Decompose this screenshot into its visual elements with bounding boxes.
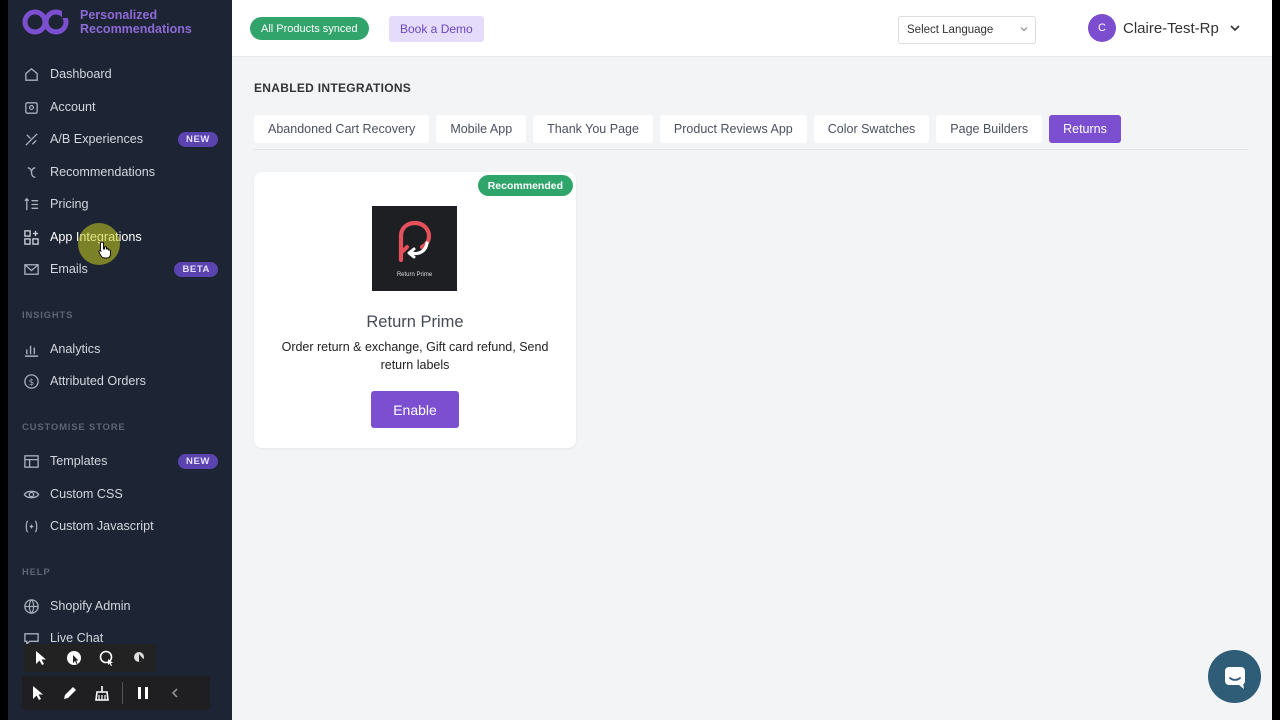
sidebar-item-attributed-orders[interactable]: $ Attributed Orders — [22, 367, 218, 395]
analytics-icon — [22, 340, 40, 358]
recommended-badge: Recommended — [477, 175, 573, 196]
enable-button[interactable]: Enable — [371, 391, 459, 428]
toolbar-divider — [122, 682, 123, 704]
top-header: All Products synced Book a Demo Select L… — [232, 0, 1272, 57]
app-window: Personalized Recommendations Dashboard A… — [8, 0, 1272, 720]
account-icon — [22, 98, 40, 116]
sidebar-item-dashboard[interactable]: Dashboard — [22, 60, 218, 88]
logo-caption: Return Prime — [396, 271, 433, 278]
sidebar-item-label: Custom Javascript — [50, 519, 154, 533]
collapse-toolbar-icon[interactable] — [159, 679, 191, 707]
tab-returns[interactable]: Returns — [1049, 115, 1121, 143]
select-tool-icon[interactable] — [22, 679, 54, 707]
sidebar-item-label: Dashboard — [50, 67, 112, 81]
integration-tabs: Abandoned Cart Recovery Mobile App Thank… — [254, 115, 1121, 143]
sidebar: Personalized Recommendations Dashboard A… — [8, 0, 232, 720]
language-select-value: Select Language — [907, 24, 994, 36]
spotlight-mode-icon[interactable] — [124, 644, 156, 672]
section-title-customise: CUSTOMISE STORE — [22, 422, 126, 433]
sidebar-item-label: Attributed Orders — [50, 374, 146, 388]
live-chat-button[interactable] — [1208, 650, 1261, 703]
click-highlight-mode-icon[interactable] — [58, 644, 90, 672]
eraser-tool-icon[interactable] — [86, 679, 118, 707]
sidebar-item-label: Analytics — [50, 342, 101, 356]
sidebar-item-custom-javascript[interactable]: Custom Javascript — [22, 512, 218, 540]
pause-icon[interactable] — [127, 679, 159, 707]
page-title: ENABLED INTEGRATIONS — [254, 81, 412, 95]
click-ring-mode-icon[interactable] — [91, 644, 123, 672]
integration-title: Return Prime — [366, 313, 464, 331]
tab-mobile-app[interactable]: Mobile App — [436, 115, 527, 143]
sidebar-item-label: Live Chat — [50, 631, 104, 645]
pen-tool-icon[interactable] — [54, 679, 86, 707]
new-badge: NEW — [178, 131, 218, 147]
dollar-icon: $ — [22, 372, 40, 390]
sidebar-item-label: Custom CSS — [50, 487, 123, 501]
tabs-divider — [254, 149, 1248, 150]
sidebar-item-label: Account — [50, 100, 96, 114]
user-menu[interactable]: C Claire-Test-Rp — [1088, 14, 1241, 42]
tab-thank-you-page[interactable]: Thank You Page — [533, 115, 653, 143]
integrations-icon — [22, 228, 40, 246]
recording-mode-toolbar — [24, 644, 156, 672]
section-title-help: HELP — [22, 567, 51, 578]
integration-description: Order return & exchange, Gift card refun… — [281, 340, 549, 372]
sidebar-item-custom-css[interactable]: Custom CSS — [22, 480, 218, 508]
brand[interactable]: Personalized Recommendations — [22, 8, 192, 36]
eye-icon — [22, 485, 40, 503]
avatar: C — [1088, 14, 1116, 42]
sidebar-item-shopify-admin[interactable]: Shopify Admin — [22, 592, 218, 620]
brand-name: Personalized Recommendations — [80, 8, 192, 36]
chat-bubble-icon — [1224, 666, 1245, 689]
integration-card: Recommended Return Prime Return Prime Or… — [254, 172, 576, 448]
main-content: ENABLED INTEGRATIONS Abandoned Cart Reco… — [232, 57, 1272, 720]
book-demo-button[interactable]: Book a Demo — [389, 16, 484, 42]
mail-icon — [22, 260, 40, 278]
tab-abandoned-cart-recovery[interactable]: Abandoned Cart Recovery — [254, 115, 430, 143]
hand-cursor-icon — [98, 241, 111, 259]
sidebar-item-label: Emails — [50, 262, 88, 276]
tab-product-reviews-app[interactable]: Product Reviews App — [659, 115, 807, 143]
globe-icon — [22, 597, 40, 615]
beta-badge: BETA — [174, 261, 218, 277]
user-name: Claire-Test-Rp — [1123, 19, 1219, 37]
svg-text:$: $ — [28, 377, 33, 387]
templates-icon — [22, 452, 40, 470]
sidebar-item-ab-experiences[interactable]: A/B Experiences NEW — [22, 125, 218, 153]
sidebar-item-recommendations[interactable]: Recommendations — [22, 158, 218, 186]
sidebar-item-label: Shopify Admin — [50, 599, 131, 613]
pricing-icon — [22, 195, 40, 213]
return-prime-logo-icon — [398, 220, 431, 262]
recording-controls-toolbar — [22, 676, 210, 710]
sidebar-item-templates[interactable]: Templates NEW — [22, 447, 218, 475]
sync-status-badge: All Products synced — [250, 17, 369, 40]
language-select[interactable]: Select Language — [898, 16, 1036, 44]
chevron-down-icon — [1230, 25, 1240, 32]
dashboard-icon — [22, 65, 40, 83]
sidebar-item-app-integrations[interactable]: App Integrations — [22, 223, 218, 251]
recommendations-icon — [22, 163, 40, 181]
tab-color-swatches[interactable]: Color Swatches — [813, 115, 930, 143]
sidebar-item-label: Templates — [50, 454, 108, 468]
return-prime-logo: Return Prime — [372, 206, 457, 291]
sidebar-item-emails[interactable]: Emails BETA — [22, 255, 218, 283]
sidebar-item-label: Pricing — [50, 197, 89, 211]
sidebar-item-label: Recommendations — [50, 165, 155, 179]
section-title-insights: INSIGHTS — [22, 310, 74, 321]
sidebar-item-pricing[interactable]: Pricing — [22, 190, 218, 218]
sidebar-item-analytics[interactable]: Analytics — [22, 335, 218, 363]
chevron-down-icon — [1020, 27, 1028, 32]
sidebar-item-label: A/B Experiences — [50, 132, 144, 146]
tab-page-builders[interactable]: Page Builders — [936, 115, 1043, 143]
brand-logo-icon — [22, 9, 71, 35]
sidebar-item-account[interactable]: Account — [22, 93, 218, 121]
experiment-icon — [22, 130, 40, 148]
pointer-mode-icon[interactable] — [25, 644, 57, 672]
new-badge: NEW — [178, 453, 218, 469]
code-icon — [22, 517, 40, 535]
